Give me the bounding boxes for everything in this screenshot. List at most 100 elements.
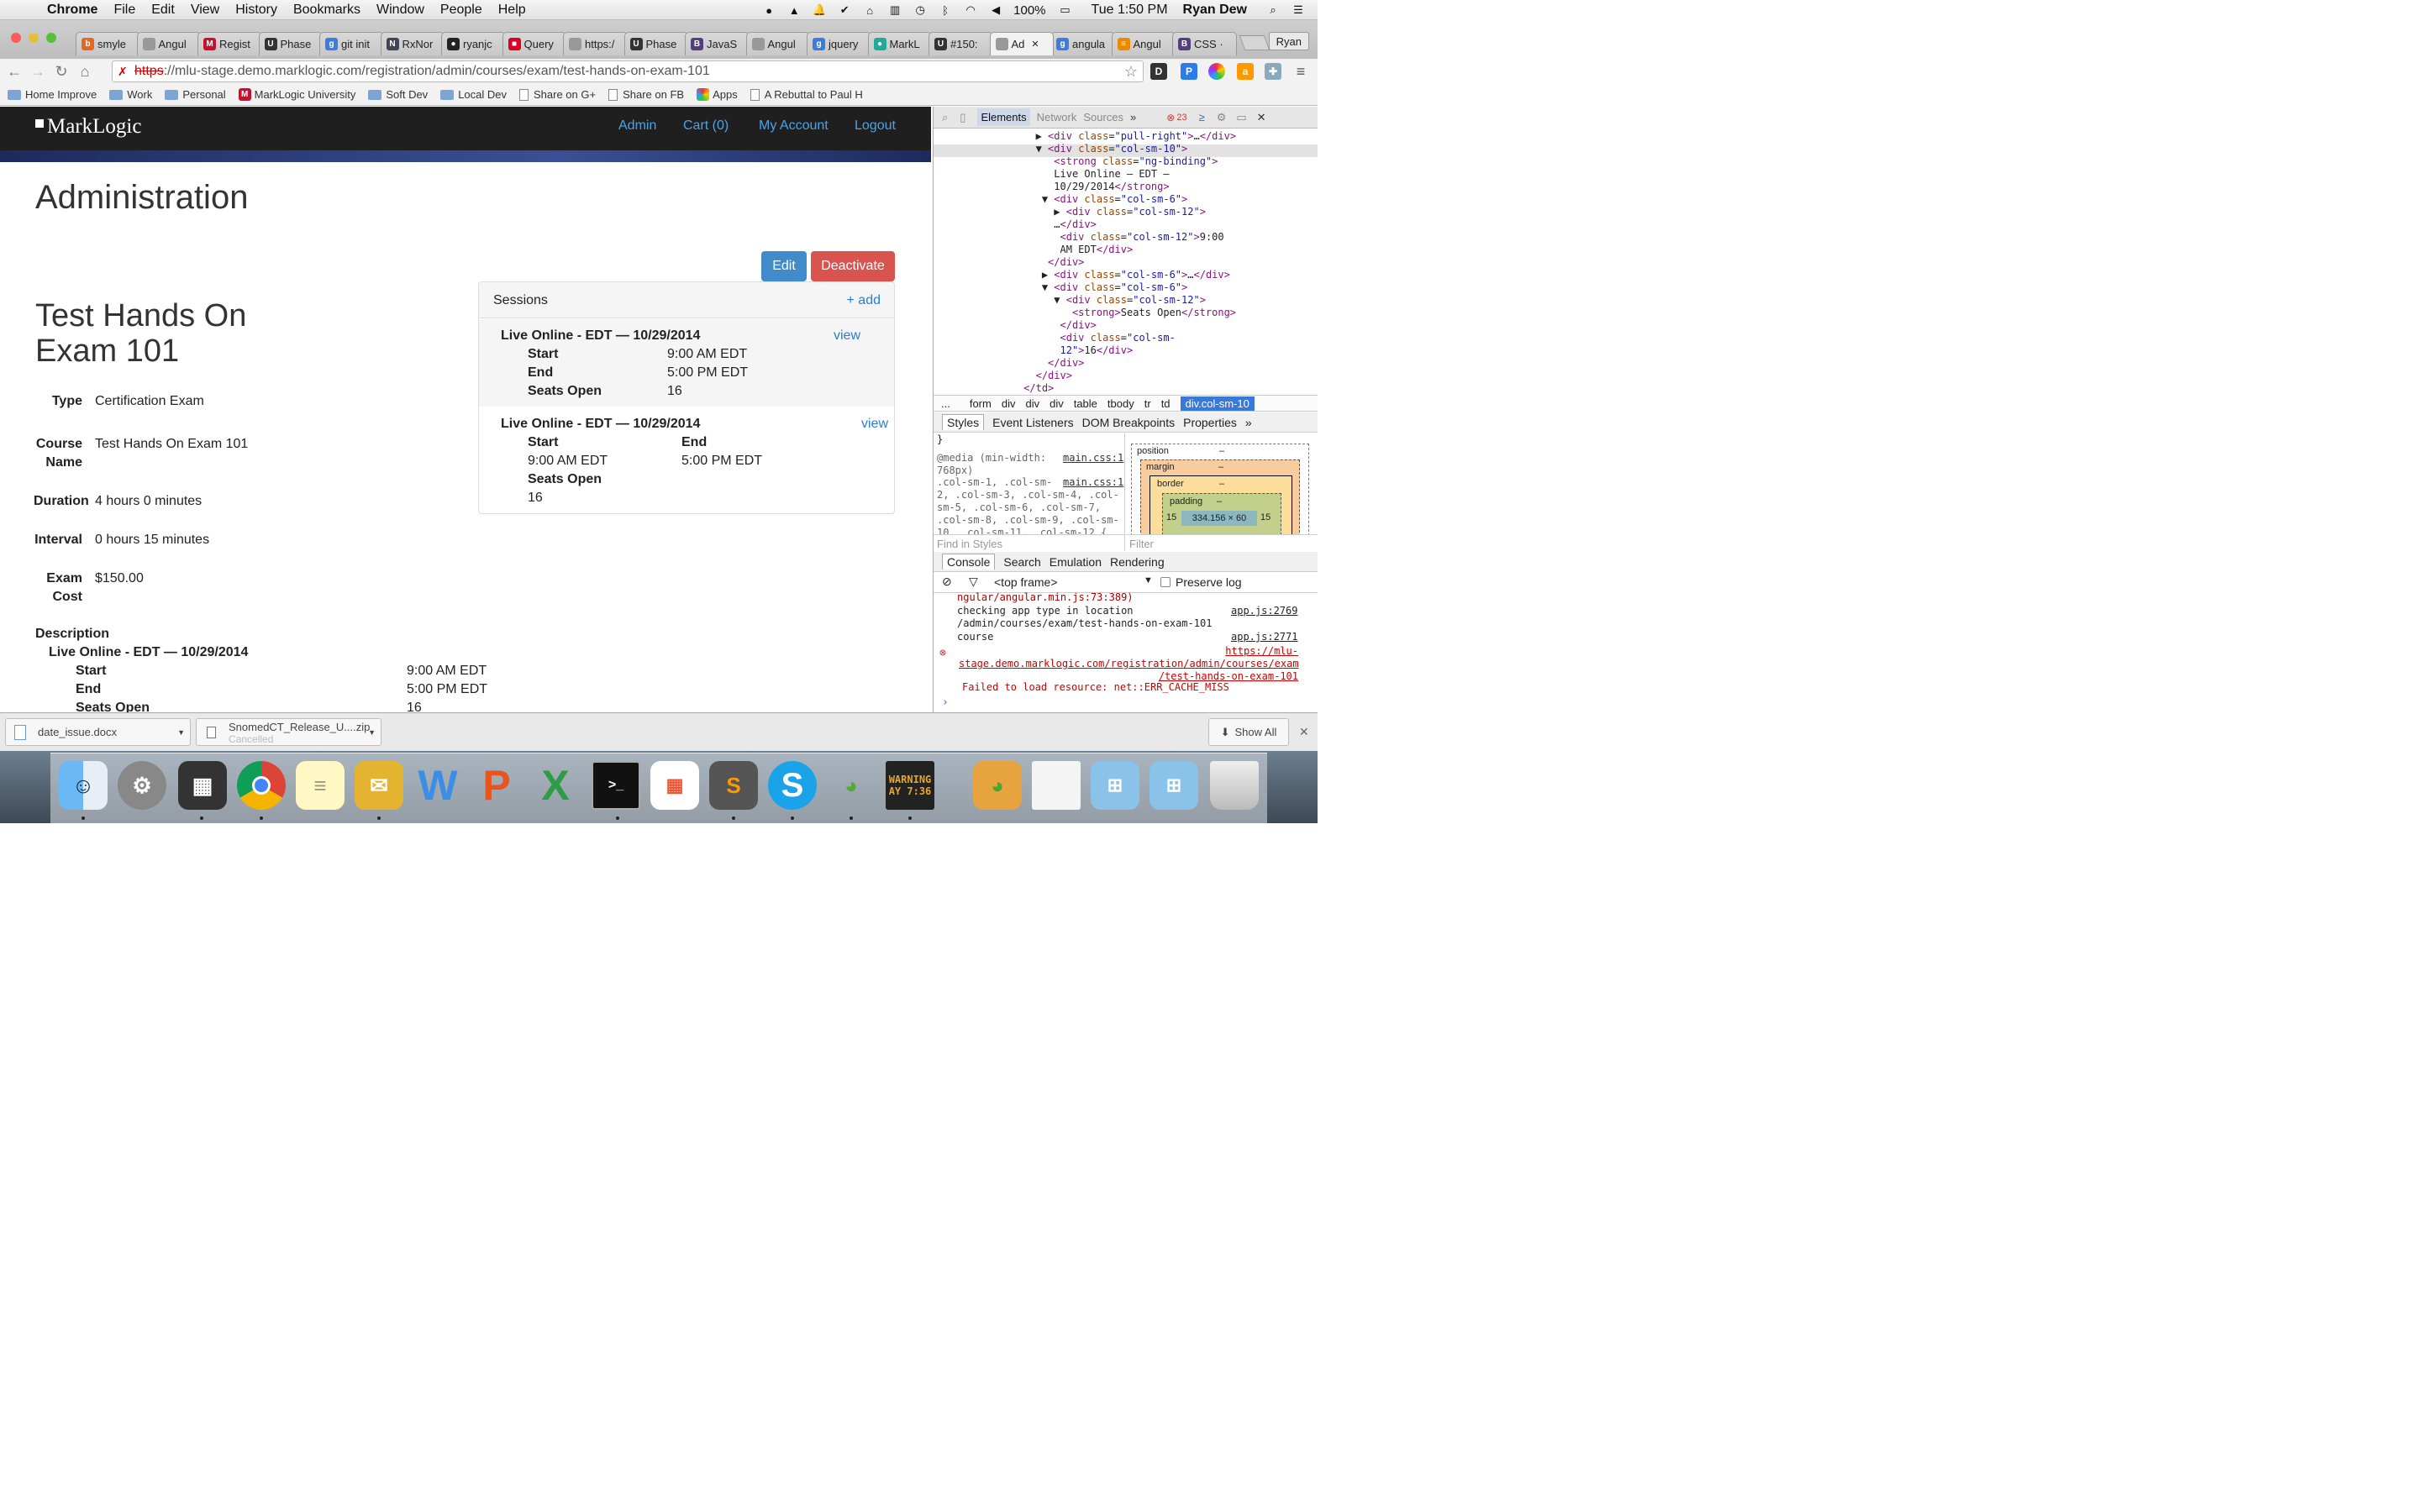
more-tabs-chevron-icon[interactable]: »	[1130, 111, 1136, 123]
crumb-tbody[interactable]: tbody	[1107, 397, 1134, 410]
filter-funnel-icon[interactable]: ▽	[969, 575, 978, 589]
crumb-div[interactable]: div	[1025, 397, 1039, 410]
zoom-window-button[interactable]	[46, 33, 56, 43]
close-window-button[interactable]	[11, 33, 21, 43]
download-1-menu-icon[interactable]: ▼	[177, 728, 185, 737]
menu-app-name[interactable]: Chrome	[47, 3, 97, 18]
console-prompt-icon[interactable]: ›	[942, 696, 949, 709]
bookmark-item[interactable]: Soft Dev	[368, 88, 428, 101]
new-tab-button[interactable]	[1239, 35, 1270, 50]
sublime-text-icon[interactable]: S	[709, 761, 758, 810]
user-name[interactable]: Ryan Dew	[1183, 3, 1247, 18]
menu-people[interactable]: People	[440, 3, 482, 18]
dom-tree[interactable]: ▶ <div class="pull-right">…</div> ▼ <div…	[939, 130, 1236, 395]
console-source-3[interactable]: app.js:2771	[1231, 631, 1297, 643]
bookmark-item[interactable]: Local Dev	[440, 88, 507, 101]
home-status-icon[interactable]: ⌂	[862, 3, 877, 17]
download-item-1[interactable]: date_issue.docx ▼	[5, 718, 191, 746]
reload-icon[interactable]: ↻	[52, 62, 71, 81]
bookmark-item[interactable]: Share on FB	[608, 88, 684, 101]
minimize-window-button[interactable]	[29, 33, 39, 43]
extension-p-icon[interactable]: P	[1181, 63, 1197, 80]
close-devtools-icon[interactable]: ✕	[1257, 111, 1266, 124]
outlook-icon[interactable]: ✉	[355, 761, 403, 810]
puzzle-extension-icon[interactable]: ✚	[1265, 63, 1281, 80]
launchpad-icon[interactable]: ▦	[650, 761, 699, 810]
browser-tab[interactable]: ■ Query	[502, 32, 566, 55]
add-session-link[interactable]: + add	[847, 293, 881, 308]
settings-gear-icon[interactable]: ⚙	[1217, 111, 1227, 124]
crumb-form[interactable]: form	[970, 397, 992, 410]
session-2-view-link[interactable]: view	[861, 417, 888, 432]
browser-tab[interactable]: M Regist	[197, 32, 262, 55]
crumb-div[interactable]: div	[1002, 397, 1016, 410]
skype-icon[interactable]: S	[768, 761, 817, 810]
bell-icon[interactable]: 🔔	[812, 3, 827, 17]
browser-tab[interactable]: ≡ Angul	[1111, 32, 1176, 55]
marklogic-logo[interactable]: MarkLogic	[35, 115, 141, 139]
address-bar[interactable]: ✗ https://mlu-stage.demo.marklogic.com/r…	[112, 60, 1144, 82]
home-icon[interactable]: ⌂	[76, 62, 94, 81]
browser-tab[interactable]: https:/	[563, 32, 628, 55]
battery-percent[interactable]: 100%	[1013, 3, 1045, 18]
browser-tab[interactable]: U Phase	[258, 32, 323, 55]
wifi-icon[interactable]: ◠	[963, 3, 978, 17]
trash-icon[interactable]	[1210, 761, 1259, 810]
extension-d-icon[interactable]: D	[1150, 63, 1167, 80]
browser-tab[interactable]: ● MarkL	[867, 32, 932, 55]
console-source-2[interactable]: app.js:2769	[1231, 605, 1297, 617]
browser-tab[interactable]: g jquery	[807, 32, 871, 55]
console-app-icon[interactable]: WARNING AY 7:36	[886, 761, 934, 810]
frame-dropdown-icon[interactable]: ▼	[1144, 575, 1153, 585]
console-error-url[interactable]: https://mlu- stage.demo.marklogic.com/re…	[959, 645, 1299, 683]
deactivate-button[interactable]: Deactivate	[811, 251, 895, 281]
browser-tab[interactable]: g git init	[319, 32, 384, 55]
bookmark-item[interactable]: M MarkLogic University	[238, 88, 355, 101]
browser-tab[interactable]: Ad ✕	[989, 32, 1054, 55]
adium-folder-icon[interactable]: ◕	[973, 761, 1022, 810]
browser-tab[interactable]: Angul	[745, 32, 810, 55]
browser-tab[interactable]: b smyle	[76, 32, 140, 55]
volume-icon[interactable]: ◀	[988, 3, 1003, 17]
color-picker-extension-icon[interactable]	[1208, 63, 1225, 80]
close-tab-icon[interactable]: ✕	[1031, 39, 1039, 50]
browser-tab[interactable]: U #150:	[929, 32, 993, 55]
drawer-tab-console[interactable]: Console	[942, 554, 996, 570]
download-2-menu-icon[interactable]: ▼	[368, 728, 376, 737]
bookmark-item[interactable]: A Rebuttal to Paul H	[750, 88, 863, 101]
amazon-extension-icon[interactable]: a	[1237, 63, 1254, 80]
clock[interactable]: Tue 1:50 PM	[1092, 3, 1168, 18]
adium-duck-icon[interactable]: ◕	[827, 761, 876, 810]
error-count[interactable]: 23	[1176, 113, 1186, 123]
browser-tab[interactable]: ● ryanjc	[441, 32, 506, 55]
document-icon[interactable]	[1032, 761, 1081, 810]
edit-button[interactable]: Edit	[761, 251, 807, 281]
crumb-td[interactable]: td	[1161, 397, 1171, 410]
menu-history[interactable]: History	[235, 3, 277, 18]
time-machine-icon[interactable]: ◷	[913, 3, 928, 17]
menu-file[interactable]: File	[113, 3, 135, 18]
notes-icon[interactable]: ≡	[296, 761, 345, 810]
profile-button[interactable]: Ryan	[1268, 32, 1309, 50]
browser-tab[interactable]: B JavaS	[685, 32, 750, 55]
browser-tab[interactable]: B CSS ·	[1172, 32, 1237, 55]
nav-cart-link[interactable]: Cart (0)	[683, 118, 729, 134]
clear-console-icon[interactable]: ⊘	[942, 575, 952, 589]
system-preferences-icon[interactable]: ⚙	[118, 761, 166, 810]
bookmark-item[interactable]: Apps	[697, 88, 738, 101]
back-arrow-icon[interactable]: ←	[5, 62, 24, 81]
nav-logout-link[interactable]: Logout	[855, 118, 896, 134]
menu-window[interactable]: Window	[376, 3, 424, 18]
browser-tab[interactable]: g angula	[1050, 32, 1115, 55]
menu-edit[interactable]: Edit	[151, 3, 175, 18]
crumb-ellipsis[interactable]: ...	[941, 397, 950, 410]
devtools-search-icon[interactable]: ⌕	[942, 111, 948, 124]
browser-tab[interactable]: U Phase	[623, 32, 688, 55]
spotlight-search-icon[interactable]: ⌕	[1265, 3, 1281, 17]
browser-tab[interactable]: Angul	[136, 32, 201, 55]
applications-folder-icon[interactable]: ⊞	[1091, 761, 1139, 810]
terminal-icon[interactable]: >_	[592, 761, 640, 810]
notification-center-icon[interactable]: ☰	[1291, 3, 1306, 17]
drawer-tab-rendering[interactable]: Rendering	[1110, 555, 1165, 569]
tab-network[interactable]: Network	[1037, 111, 1077, 123]
